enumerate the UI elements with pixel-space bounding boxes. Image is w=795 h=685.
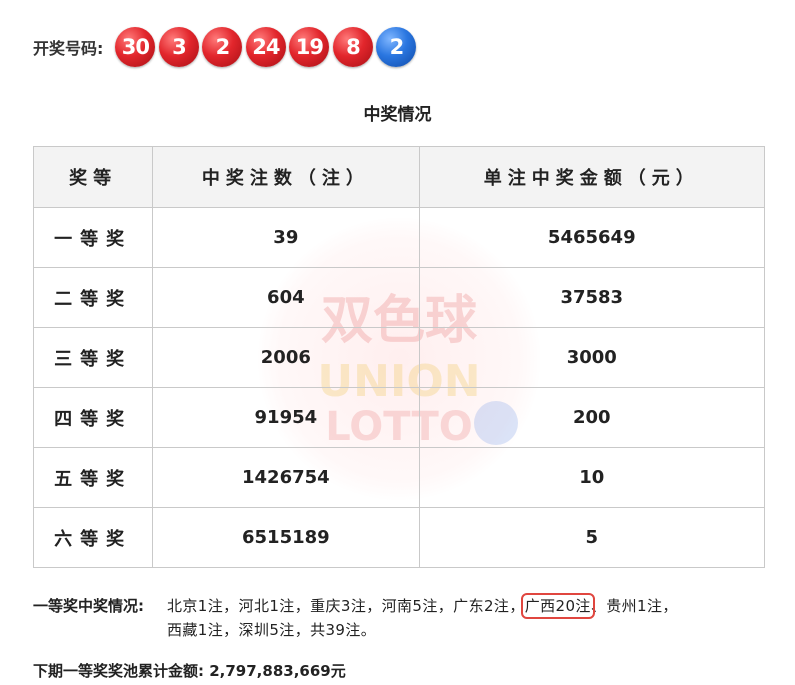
draw-numbers-row: 开奖号码: 30 3 2 24 19 8 2 <box>33 26 420 68</box>
pool-label: 下期一等奖奖池累计金额: <box>33 662 204 680</box>
table-row: 五等奖 1426754 10 <box>32 447 766 508</box>
prize-amount: 5 <box>418 507 766 568</box>
red-ball: 24 <box>245 27 286 67</box>
first-prize-details: 一等奖中奖情况: 北京1注，河北1注，重庆3注，河南5注，广东2注，广西20注、… <box>33 593 773 639</box>
draw-numbers-label: 开奖号码: <box>33 39 104 58</box>
regions-text: 北京1注，河北1注，重庆3注，河南5注，广东2注， <box>167 597 525 615</box>
red-ball: 2 <box>202 27 243 67</box>
header-level: 奖等 <box>32 146 154 208</box>
prize-level: 一等奖 <box>32 207 154 268</box>
header-count: 中奖注数（注） <box>152 146 420 208</box>
prize-amount: 10 <box>418 447 766 508</box>
prize-amount: 200 <box>418 387 766 448</box>
table-row: 四等奖 91954 200 <box>32 387 766 448</box>
table-row: 六等奖 6515189 5 <box>32 507 766 568</box>
prize-count: 1426754 <box>152 447 420 508</box>
prize-level: 五等奖 <box>32 447 154 508</box>
regions-text: 西藏1注，深圳5注，共39注。 <box>167 621 377 639</box>
regions-text: 、贵州1注， <box>590 597 678 615</box>
red-ball: 30 <box>115 27 156 67</box>
prize-level: 三等奖 <box>32 327 154 388</box>
section-title: 中奖情况 <box>363 105 432 125</box>
table-row: 一等奖 39 5465649 <box>32 207 766 268</box>
prize-level: 六等奖 <box>32 507 154 568</box>
prize-level: 二等奖 <box>32 267 154 328</box>
prize-count: 6515189 <box>152 507 420 568</box>
prize-count: 91954 <box>152 387 420 448</box>
prize-table: 奖等 中奖注数（注） 单注中奖金额（元） 一等奖 39 5465649 二等奖 … <box>32 146 766 568</box>
table-header-row: 奖等 中奖注数（注） 单注中奖金额（元） <box>32 146 766 208</box>
table-row: 二等奖 604 37583 <box>32 267 766 328</box>
blue-ball: 2 <box>376 27 417 67</box>
ball-list: 30 3 2 24 19 8 2 <box>115 27 420 67</box>
prize-amount: 3000 <box>418 327 766 388</box>
header-amount: 单注中奖金额（元） <box>418 146 766 208</box>
red-ball: 19 <box>289 27 330 67</box>
highlighted-region: 广西20注 <box>520 593 595 619</box>
first-prize-regions: 北京1注，河北1注，重庆3注，河南5注，广东2注，广西20注、贵州1注， 西藏1… <box>167 593 767 642</box>
prize-count: 2006 <box>152 327 420 388</box>
prize-amount: 37583 <box>418 267 766 328</box>
jackpot-pool: 下期一等奖奖池累计金额: 2,797,883,669元 <box>33 660 346 681</box>
red-ball: 8 <box>332 27 373 67</box>
prize-count: 39 <box>152 207 420 268</box>
red-ball: 3 <box>158 27 199 67</box>
prize-level: 四等奖 <box>32 387 154 448</box>
prize-amount: 5465649 <box>418 207 766 268</box>
first-prize-label: 一等奖中奖情况: <box>33 597 144 615</box>
prize-count: 604 <box>152 267 420 328</box>
table-row: 三等奖 2006 3000 <box>32 327 766 388</box>
pool-amount: 2,797,883,669元 <box>209 662 346 680</box>
